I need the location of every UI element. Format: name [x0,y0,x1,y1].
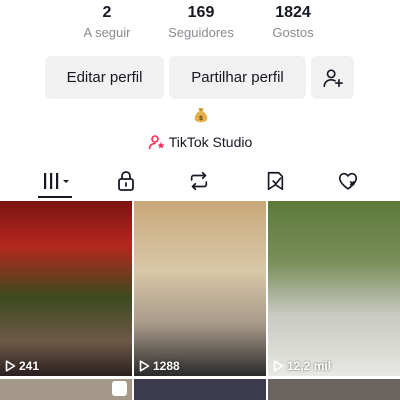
play-icon [273,360,284,372]
likes-count: 1824 [275,4,311,21]
pinned-icon [112,381,127,396]
repost-icon [190,171,208,191]
video-thumbnail[interactable] [0,379,132,400]
play-icon [139,360,150,372]
edit-profile-button[interactable]: Editar perfil [45,56,164,99]
tiktok-studio-icon [148,135,165,150]
tab-private[interactable] [113,168,139,194]
view-count: 1288 [139,359,180,373]
profile-tabs [0,166,400,198]
view-count-label: 241 [19,359,40,373]
tab-reposts[interactable] [186,168,212,194]
money-bag-icon: $ [194,108,208,123]
view-count: 12,2 mil [273,359,331,373]
video-thumbnail[interactable]: 241 [0,201,132,376]
likes-label: Gostos [272,25,314,40]
video-thumbnail[interactable]: 1288 [134,201,266,376]
liked-icon [338,172,358,190]
video-grid: 241 1288 12,2 mil [0,201,400,400]
play-icon [5,360,16,372]
view-count: 241 [5,359,39,373]
likes-stat[interactable]: 1824 Gostos [238,2,348,42]
view-count-label: 1288 [153,359,180,373]
add-user-icon [322,68,343,87]
tiktok-studio-label: TikTok Studio [168,134,253,150]
share-profile-button[interactable]: Partilhar perfil [169,56,306,99]
video-thumbnail[interactable]: 12,2 mil [268,201,400,376]
svg-text:$: $ [199,115,203,122]
tiktok-studio-link[interactable]: TikTok Studio [0,132,400,152]
lock-icon [118,171,134,191]
tab-favorites[interactable] [262,168,288,194]
tab-liked[interactable] [335,168,361,194]
favorites-icon [267,171,284,191]
add-friend-button[interactable] [311,56,354,99]
video-thumbnail[interactable] [134,379,266,400]
video-thumbnail[interactable] [268,379,400,400]
grid-icon [44,173,69,189]
profile-stats: 2 A seguir 169 Seguidores 1824 Gostos [0,2,400,46]
view-count-label: 12,2 mil [287,359,332,373]
selected-tab-indicator [38,196,72,198]
tab-videos[interactable] [39,168,73,194]
